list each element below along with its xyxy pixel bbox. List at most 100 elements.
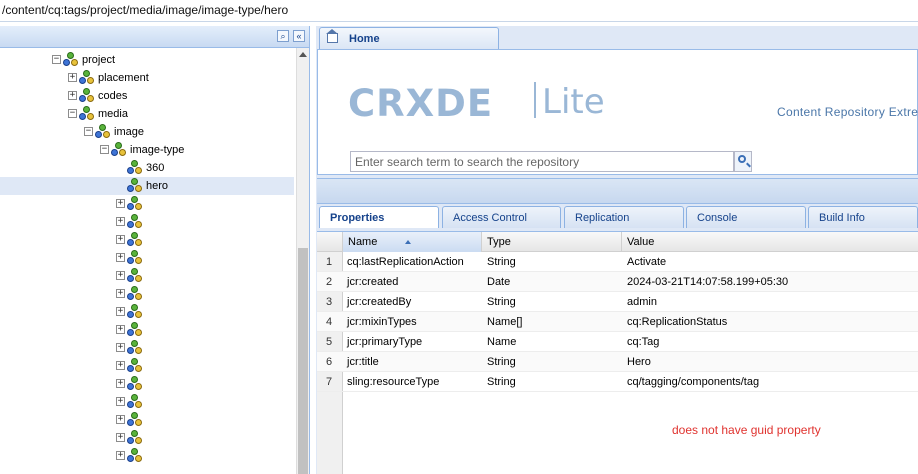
tree-node[interactable]: + <box>0 303 294 321</box>
expand-icon[interactable]: + <box>116 271 125 280</box>
row-number: 6 <box>325 356 333 368</box>
tree-scrollbar[interactable] <box>296 48 309 474</box>
tree-body: − project + placement + codes − media − image − ima… <box>0 48 296 474</box>
tree-node[interactable]: − project <box>0 51 294 69</box>
tree-node[interactable]: + <box>0 231 294 249</box>
property-value: 2024-03-21T14:07:58.199+05:30 <box>627 276 789 288</box>
property-value: Hero <box>627 356 651 368</box>
expand-icon[interactable]: + <box>116 415 125 424</box>
tree-node[interactable]: + <box>0 357 294 375</box>
tag-node-icon <box>127 286 143 302</box>
expand-icon[interactable]: + <box>116 343 125 352</box>
tab-home[interactable]: Home <box>319 27 499 49</box>
tree-node[interactable]: + <box>0 429 294 447</box>
table-row[interactable]: 5 jcr:primaryType Name cq:Tag <box>317 332 918 352</box>
expand-icon[interactable]: + <box>116 361 125 370</box>
expand-icon[interactable]: + <box>116 397 125 406</box>
tree-binoculars-icon[interactable]: ⌕ <box>277 30 289 42</box>
logo-lite: Lite <box>542 82 605 122</box>
tab-access-control[interactable]: Access Control <box>442 206 561 228</box>
collapse-icon[interactable]: − <box>100 145 109 154</box>
expand-icon[interactable]: + <box>116 325 125 334</box>
expand-icon[interactable]: + <box>116 289 125 298</box>
sort-ascending-icon <box>405 240 411 244</box>
property-value: cq:ReplicationStatus <box>627 316 728 328</box>
tree-node[interactable]: + <box>0 393 294 411</box>
expand-icon[interactable]: + <box>116 253 125 262</box>
table-row[interactable]: 6 jcr:title String Hero <box>317 352 918 372</box>
tag-node-icon <box>79 70 95 86</box>
column-type-header[interactable]: Type <box>482 232 622 252</box>
row-number: 7 <box>325 376 333 388</box>
expand-icon[interactable]: + <box>116 235 125 244</box>
search-button[interactable] <box>734 151 752 172</box>
row-number: 2 <box>325 276 333 288</box>
tree-node-label: image-type <box>130 144 185 156</box>
table-row[interactable]: 1 cq:lastReplicationAction String Activate <box>317 252 918 272</box>
collapse-icon[interactable]: − <box>52 55 61 64</box>
tab-replication[interactable]: Replication <box>564 206 684 228</box>
search-placeholder: Enter search term to search the reposito… <box>355 155 580 169</box>
tab-build-info[interactable]: Build Info <box>808 206 918 228</box>
tag-node-icon <box>111 142 127 158</box>
tree-node[interactable]: + <box>0 285 294 303</box>
tree-node[interactable]: hero <box>0 177 294 195</box>
tree-node[interactable]: + <box>0 321 294 339</box>
tag-node-icon <box>127 214 143 230</box>
row-number: 3 <box>325 296 333 308</box>
tree-node[interactable]: + <box>0 375 294 393</box>
expand-icon[interactable]: + <box>116 433 125 442</box>
row-number-header <box>317 232 343 252</box>
table-row[interactable]: 7 sling:resourceType String cq/tagging/comp… <box>317 372 918 392</box>
tag-node-icon <box>79 106 95 122</box>
table-row[interactable]: 4 jcr:mixinTypes Name[] cq:ReplicationStatu… <box>317 312 918 332</box>
collapse-left-icon[interactable]: « <box>293 30 305 42</box>
tree-node[interactable]: − image-type <box>0 141 294 159</box>
tree-node[interactable]: 360 <box>0 159 294 177</box>
repository-tree-panel: ⌕ « − project + placement + codes − media − image… <box>0 26 310 474</box>
tree-node-label: codes <box>98 90 128 102</box>
collapse-icon[interactable]: − <box>84 127 93 136</box>
home-icon <box>326 29 338 43</box>
expand-icon[interactable]: + <box>68 73 77 82</box>
tab-properties[interactable]: Properties <box>319 206 439 228</box>
tag-node-icon <box>127 448 143 464</box>
tree-node[interactable]: + placement <box>0 69 294 87</box>
path-bar[interactable]: /content/cq:tags/project/media/image/ima… <box>0 0 918 22</box>
expand-icon[interactable]: + <box>116 199 125 208</box>
expand-icon[interactable]: + <box>116 451 125 460</box>
annotation-note: does not have guid property <box>672 423 821 437</box>
tree-node[interactable]: + <box>0 213 294 231</box>
column-name-header[interactable]: Name <box>343 232 482 252</box>
expand-icon[interactable]: + <box>116 307 125 316</box>
property-name: jcr:title <box>347 356 379 368</box>
row-number: 4 <box>325 316 333 328</box>
tree-node[interactable]: + codes <box>0 87 294 105</box>
collapse-icon[interactable]: − <box>68 109 77 118</box>
table-row[interactable]: 2 jcr:created Date 2024-03-21T14:07:58.199+… <box>317 272 918 292</box>
tree-node[interactable]: + <box>0 339 294 357</box>
tree-node[interactable]: − media <box>0 105 294 123</box>
scrollbar-thumb[interactable] <box>298 248 308 474</box>
tree-node[interactable]: + <box>0 249 294 267</box>
tab-console[interactable]: Console <box>686 206 806 228</box>
table-row[interactable]: 3 jcr:createdBy String admin <box>317 292 918 312</box>
expand-icon[interactable]: + <box>68 91 77 100</box>
tree-node[interactable]: − image <box>0 123 294 141</box>
tree-node[interactable]: + <box>0 447 294 465</box>
tree-node-label: 360 <box>146 162 165 174</box>
tree-node[interactable]: + <box>0 411 294 429</box>
column-value-header[interactable]: Value <box>622 232 918 252</box>
expand-icon[interactable]: + <box>116 379 125 388</box>
tag-node-icon <box>127 376 143 392</box>
tree-node[interactable]: + <box>0 195 294 213</box>
property-name: cq:lastReplicationAction <box>347 256 464 268</box>
tree-node-label: project <box>82 54 116 66</box>
panel-toolbar <box>317 178 918 204</box>
expand-icon[interactable]: + <box>116 217 125 226</box>
scroll-up-icon[interactable] <box>299 52 307 57</box>
search-input[interactable]: Enter search term to search the reposito… <box>350 151 734 172</box>
property-type: Name[] <box>487 316 523 328</box>
tagline: Content Repository Extreme <box>777 105 918 119</box>
tree-node[interactable]: + <box>0 267 294 285</box>
